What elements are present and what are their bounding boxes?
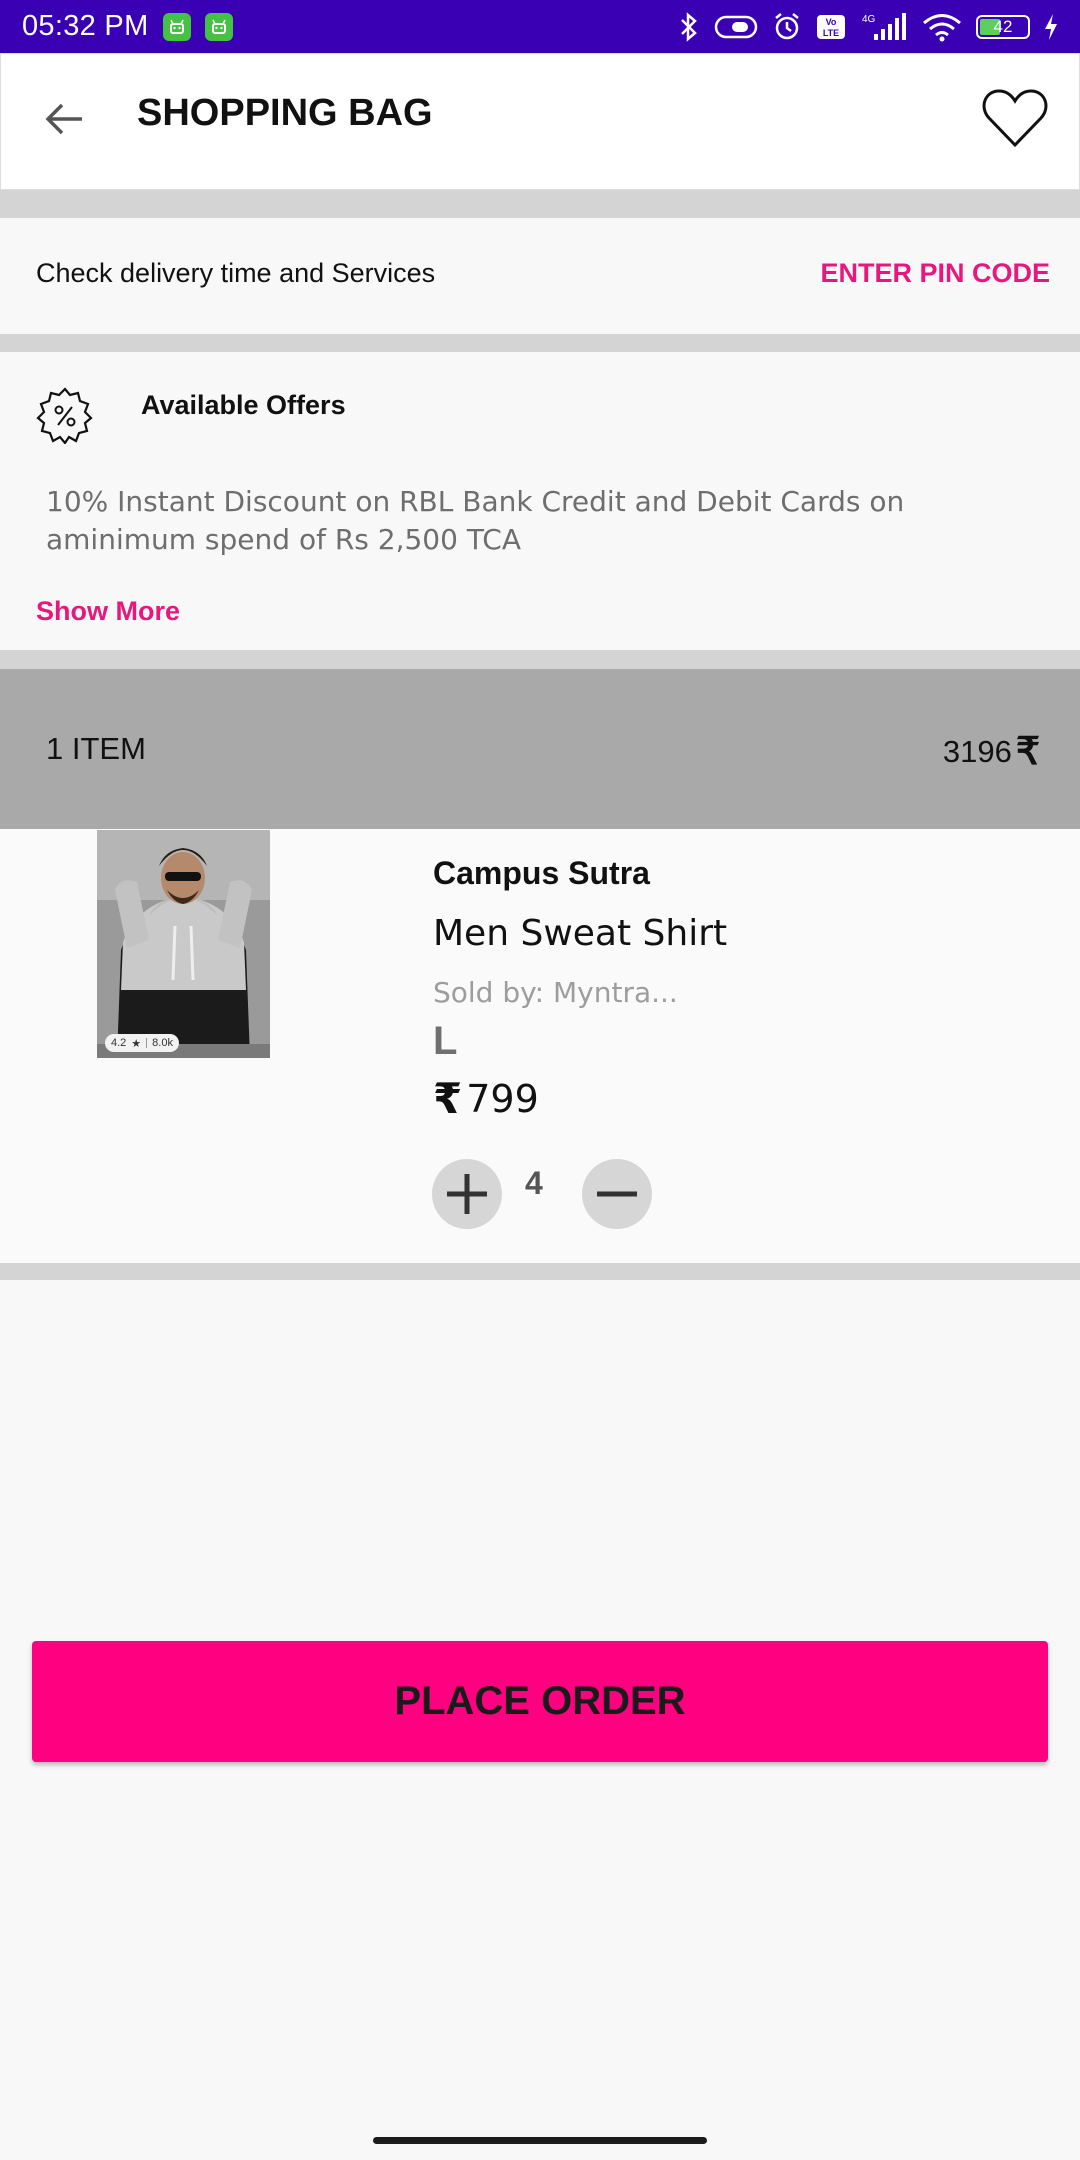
android-notification-icon — [162, 12, 191, 41]
app-header: SHOPPING BAG — [0, 53, 1080, 190]
signal-icon: 4G — [860, 12, 908, 42]
divider — [0, 650, 1080, 669]
product-price: ₹ 799 — [433, 1074, 539, 1123]
bag-item: 4.2 ★ 8.0k Campus Sutra Men Sweat Shirt … — [0, 829, 1080, 1263]
place-order-button[interactable]: PLACE ORDER — [32, 1641, 1048, 1762]
page-title: SHOPPING BAG — [137, 92, 433, 134]
divider — [0, 190, 1080, 218]
bag-total-value: 3196 — [942, 733, 1012, 769]
delivery-section: Check delivery time and Services ENTER P… — [0, 218, 1080, 334]
discount-badge-icon — [36, 387, 93, 444]
product-image[interactable]: 4.2 ★ 8.0k — [97, 830, 270, 1058]
toggle-icon — [714, 14, 758, 40]
product-size: L — [433, 1019, 458, 1063]
charging-icon — [1044, 13, 1058, 41]
network-label: 4G — [862, 14, 876, 25]
bag-summary-bar: 1 ITEM 3196 ₹ — [0, 669, 1080, 829]
arrow-left-icon — [45, 103, 82, 135]
back-button[interactable] — [37, 92, 91, 146]
product-price-value: 799 — [466, 1076, 539, 1121]
rupee-icon: ₹ — [433, 1074, 463, 1123]
svg-text:LTE: LTE — [823, 28, 839, 38]
product-seller: Sold by: Myntra... — [433, 976, 678, 1009]
bluetooth-icon — [678, 11, 700, 42]
item-count: 1 ITEM — [46, 731, 146, 766]
status-bar: 05:32 PM Vo LTE 4G 42 — [0, 0, 1080, 53]
offer-description: 10% Instant Discount on RBL Bank Credit … — [46, 485, 905, 556]
android-notification-icon — [204, 12, 233, 41]
svg-text:Vo: Vo — [826, 17, 837, 27]
place-order-label: PLACE ORDER — [394, 1679, 686, 1723]
wishlist-button[interactable] — [979, 84, 1051, 152]
quantity-value: 4 — [525, 1165, 543, 1201]
rating-badge: 4.2 ★ 8.0k — [105, 1034, 179, 1052]
battery-icon: 42 — [976, 14, 1030, 39]
divider — [0, 334, 1080, 352]
delivery-text: Check delivery time and Services — [36, 258, 436, 288]
status-time: 05:32 PM — [22, 10, 149, 42]
alarm-icon — [772, 12, 802, 42]
rating-value: 4.2 — [111, 1037, 127, 1049]
rupee-icon: ₹ — [1015, 731, 1040, 773]
volte-icon: Vo LTE — [816, 14, 846, 40]
show-more-link[interactable]: Show More — [36, 596, 180, 627]
battery-level: 42 — [993, 16, 1013, 36]
product-name[interactable]: Men Sweat Shirt — [433, 913, 727, 954]
divider — [0, 1263, 1080, 1280]
rating-count: 8.0k — [152, 1037, 173, 1049]
minus-icon — [597, 1191, 637, 1197]
plus-icon — [447, 1174, 487, 1214]
offers-title: Available Offers — [141, 390, 346, 420]
wifi-icon — [922, 12, 962, 42]
home-indicator[interactable] — [373, 2137, 707, 2144]
product-brand: Campus Sutra — [433, 855, 650, 891]
star-icon: ★ — [131, 1037, 142, 1050]
offers-section: Available Offers 10% Instant Discount on… — [0, 352, 1080, 650]
heart-icon — [982, 89, 1048, 148]
rating-separator — [146, 1038, 148, 1048]
bag-total: 3196 ₹ — [943, 729, 1040, 774]
increase-quantity-button[interactable] — [432, 1159, 502, 1229]
enter-pin-code-link[interactable]: ENTER PIN CODE — [820, 258, 1050, 289]
sweatshirt-photo — [97, 830, 270, 1058]
decrease-quantity-button[interactable] — [582, 1159, 652, 1229]
